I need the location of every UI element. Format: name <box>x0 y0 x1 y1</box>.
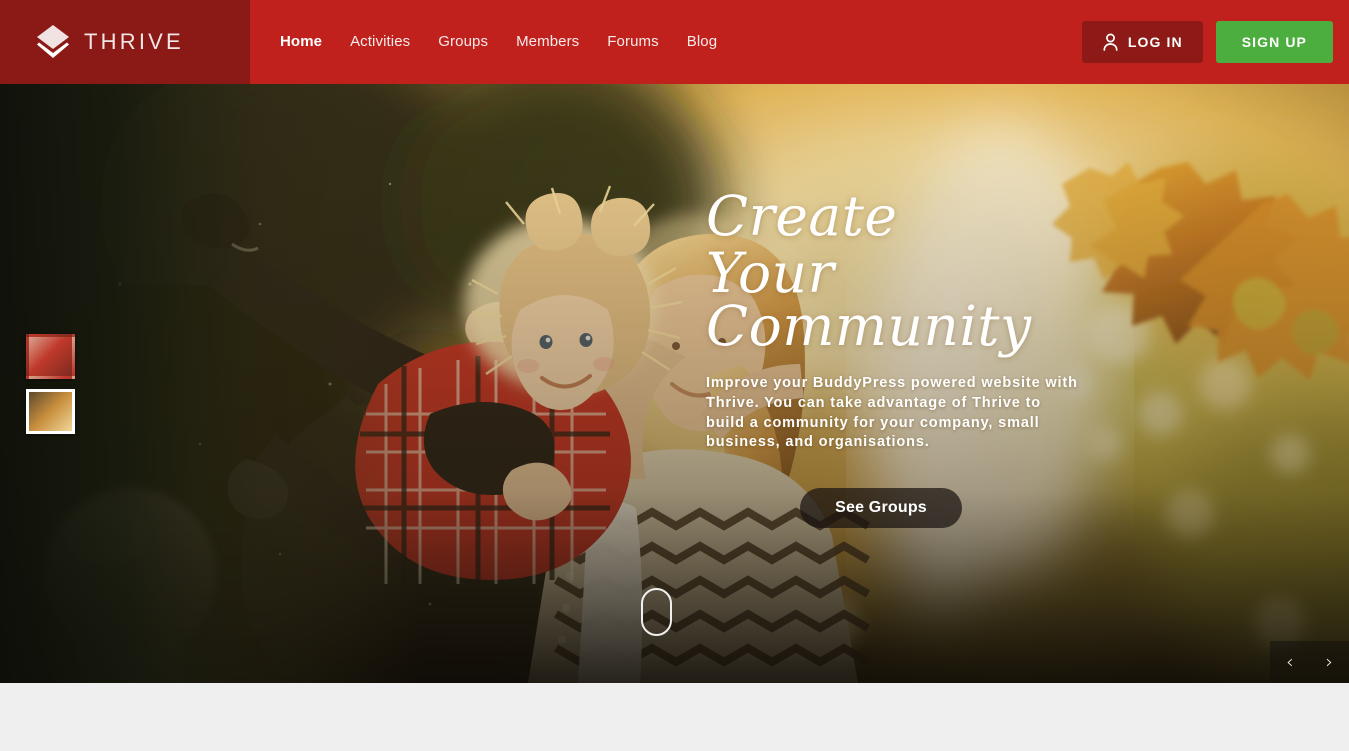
signup-button[interactable]: SIGN UP <box>1215 21 1333 63</box>
chevron-left-icon[interactable]: ‹ <box>1282 652 1298 672</box>
nav-item-members[interactable]: Members <box>502 0 593 84</box>
login-button[interactable]: LOG IN <box>1081 21 1203 63</box>
hero-description: Improve your BuddyPress powered website … <box>706 375 1078 451</box>
hero-cta-wrap: See Groups <box>706 487 1056 528</box>
mouse-scroll-icon[interactable] <box>641 588 672 636</box>
hero-copy: Create Your Community Improve your Buddy… <box>706 189 1126 528</box>
layers-diamond-icon <box>37 25 69 58</box>
slider-navigation: ‹ › <box>1270 641 1349 683</box>
hero-background-photo <box>0 84 1349 683</box>
see-groups-button[interactable]: See Groups <box>800 487 962 528</box>
hero-title-line-2: Your Community <box>706 240 1032 358</box>
hero-title: Create Your Community <box>706 189 1126 358</box>
header-actions: LOG IN SIGN UP <box>1081 0 1333 84</box>
page-content-below-hero <box>0 683 1349 751</box>
slide-thumbnails <box>26 334 75 444</box>
chevron-right-icon[interactable]: › <box>1321 652 1337 672</box>
nav-item-home[interactable]: Home <box>266 0 336 84</box>
slide-thumb-2[interactable] <box>26 389 75 434</box>
login-button-label: LOG IN <box>1127 34 1183 50</box>
slide-thumb-1[interactable] <box>26 334 75 379</box>
main-navigation: Home Activities Groups Members Forums Bl… <box>250 0 731 84</box>
site-header: THRIVE Home Activities Groups Members Fo… <box>0 0 1349 84</box>
nav-item-forums[interactable]: Forums <box>593 0 672 84</box>
nav-item-activities[interactable]: Activities <box>336 0 424 84</box>
user-icon <box>1103 33 1118 51</box>
nav-item-blog[interactable]: Blog <box>673 0 731 84</box>
hero-title-line-1: Create <box>706 184 898 248</box>
nav-item-groups[interactable]: Groups <box>424 0 502 84</box>
logo-text: THRIVE <box>84 29 184 54</box>
hero-slider: Create Your Community Improve your Buddy… <box>0 84 1349 683</box>
logo-block[interactable]: THRIVE <box>0 0 250 84</box>
